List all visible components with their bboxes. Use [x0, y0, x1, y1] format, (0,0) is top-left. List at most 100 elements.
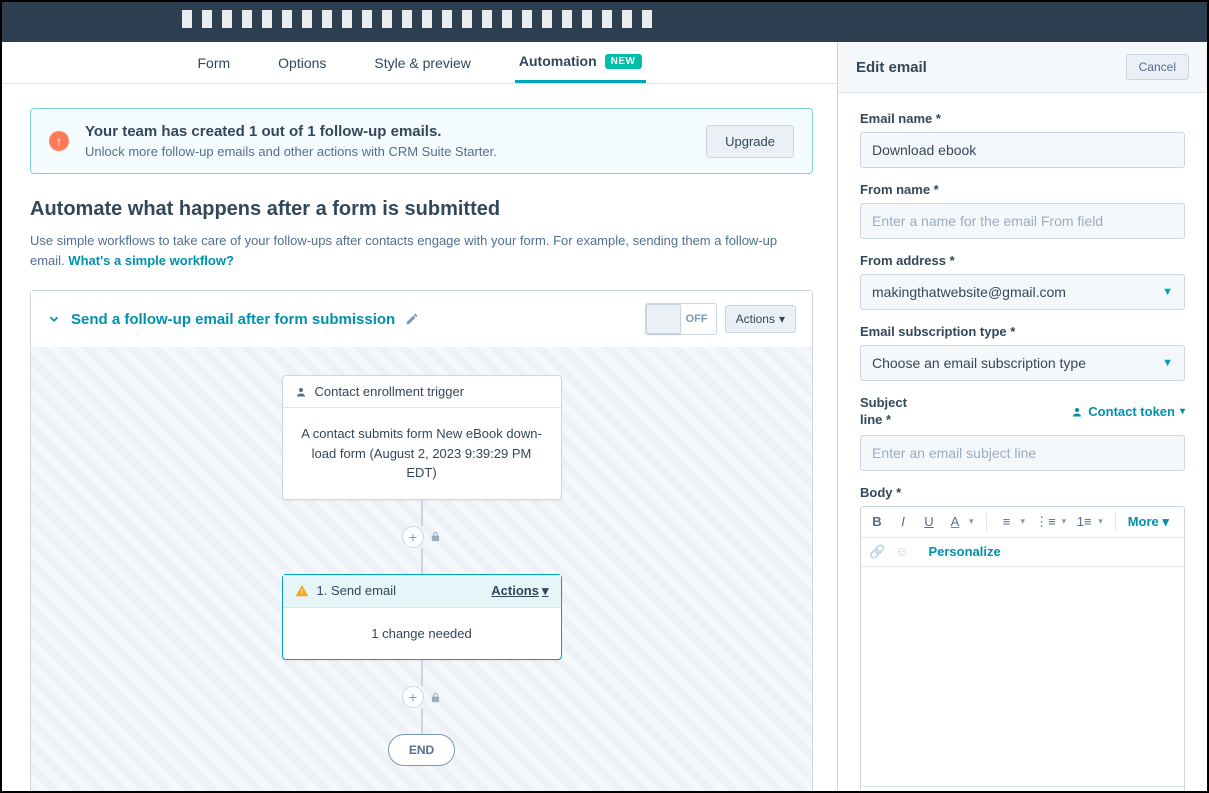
- more-button[interactable]: More ▾: [1128, 514, 1169, 530]
- toggle-wrap: OFF Actions ▾: [645, 303, 796, 335]
- warning-icon: [295, 584, 309, 598]
- caret-down-icon: ▾: [1098, 516, 1103, 527]
- tab-style-preview[interactable]: Style & preview: [370, 42, 474, 83]
- subject-line-label: Subject line *: [860, 395, 922, 429]
- tab-options[interactable]: Options: [274, 42, 330, 83]
- more-label: More: [1128, 514, 1159, 529]
- card-actions-dropdown[interactable]: Actions ▾: [491, 583, 548, 599]
- subscription-type-value: Choose an email subscription type: [872, 355, 1086, 371]
- caret-down-icon: ▾: [1021, 516, 1026, 527]
- subject-row: Subject line * Contact token ▾: [860, 395, 1185, 429]
- card-actions-label: Actions: [491, 583, 539, 598]
- caret-down-icon: ▾: [542, 583, 549, 599]
- cancel-button[interactable]: Cancel: [1126, 54, 1189, 80]
- add-step-button[interactable]: +: [402, 526, 424, 548]
- italic-button[interactable]: I: [895, 514, 911, 529]
- subject-line-input[interactable]: [860, 435, 1185, 471]
- bullet-list-button[interactable]: ⋮≡: [1035, 514, 1056, 530]
- page-description: Use simple workflows to take care of you…: [30, 231, 813, 270]
- user-icon: [1071, 406, 1083, 418]
- app-header: [2, 2, 1207, 42]
- send-email-card-head: 1. Send email Actions ▾: [283, 575, 561, 608]
- emoji-button[interactable]: ☺: [895, 544, 908, 559]
- workflow-panel: Send a follow-up email after form submis…: [30, 290, 813, 791]
- text-color-button[interactable]: A: [947, 514, 963, 529]
- tab-row: Form Options Style & preview Automation …: [2, 42, 837, 84]
- underline-button[interactable]: U: [921, 514, 937, 529]
- caret-down-icon: ▾: [969, 516, 974, 527]
- add-step-row-1: +: [402, 526, 441, 548]
- add-step-row-2: +: [402, 686, 441, 708]
- caret-down-icon: ▾: [779, 312, 785, 326]
- tab-form[interactable]: Form: [193, 42, 234, 83]
- simple-workflow-link[interactable]: What's a simple workflow?: [68, 253, 234, 268]
- alert-subtitle: Unlock more follow-up emails and other a…: [85, 144, 690, 159]
- body-label: Body *: [860, 485, 1185, 500]
- user-icon: [295, 386, 307, 398]
- connector-line: [421, 708, 423, 734]
- trigger-card[interactable]: Contact enrollment trigger A contact sub…: [282, 375, 562, 500]
- bold-button[interactable]: B: [869, 514, 885, 529]
- connector-line: [421, 500, 423, 526]
- upgrade-button[interactable]: Upgrade: [706, 125, 794, 158]
- toggle-knob: [646, 304, 681, 334]
- workflow-actions-dropdown[interactable]: Actions ▾: [725, 305, 796, 333]
- alert-text: Your team has created 1 out of 1 follow-…: [85, 123, 690, 159]
- trigger-card-head: Contact enrollment trigger: [283, 376, 561, 408]
- connector-line: [421, 660, 423, 686]
- trigger-card-body: A contact submits form New eBook down­lo…: [283, 408, 561, 499]
- align-button[interactable]: ≡: [999, 514, 1015, 529]
- from-address-label: From address *: [860, 253, 1185, 268]
- send-email-card[interactable]: 1. Send email Actions ▾ 1 change needed: [282, 574, 562, 661]
- tab-automation[interactable]: Automation NEW: [515, 42, 646, 83]
- add-step-button[interactable]: +: [402, 686, 424, 708]
- email-name-input[interactable]: [860, 132, 1185, 168]
- caret-down-icon: ▼: [1162, 357, 1173, 369]
- rich-text-editor: B I U A ▾ ≡ ▾ ⋮≡ ▾ 1≡ ▾ More ▾ 🔗 ☺ Personali…: [860, 506, 1185, 791]
- main-layout: Form Options Style & preview Automation …: [2, 42, 1207, 791]
- caret-down-icon: ▾: [1062, 516, 1067, 527]
- workflow-canvas: Contact enrollment trigger A contact sub…: [31, 347, 812, 791]
- pencil-icon[interactable]: [405, 312, 419, 326]
- trigger-card-title: Contact enrollment trigger: [315, 384, 465, 399]
- link-button[interactable]: 🔗: [869, 544, 885, 560]
- workflow-toggle[interactable]: OFF: [645, 303, 717, 335]
- alert-icon: ↑: [49, 131, 69, 151]
- send-email-card-body: 1 change needed: [283, 608, 561, 660]
- editor-toolbar-row1: B I U A ▾ ≡ ▾ ⋮≡ ▾ 1≡ ▾ More ▾: [861, 507, 1184, 538]
- end-node: END: [388, 734, 455, 766]
- personalize-button[interactable]: Personalize: [928, 544, 1000, 559]
- page-title: Automate what happens after a form is su…: [30, 198, 813, 221]
- edit-email-panel: Edit email Cancel Email name * From name…: [837, 42, 1207, 791]
- from-address-select[interactable]: makingthatwebsite@gmail.com ▼: [860, 274, 1185, 310]
- numbered-list-button[interactable]: 1≡: [1076, 514, 1092, 529]
- header-redacted: [182, 10, 657, 28]
- workflow-title-wrap[interactable]: Send a follow-up email after form submis…: [47, 311, 633, 328]
- workflow-title: Send a follow-up email after form submis…: [71, 311, 395, 328]
- caret-down-icon: ▾: [1180, 406, 1185, 417]
- dark-editor-row: Turn on dark editor: [861, 786, 1184, 791]
- contact-token-button[interactable]: Contact token ▾: [1071, 404, 1185, 419]
- subscription-type-label: Email subscription type *: [860, 324, 1185, 339]
- content-area: ↑ Your team has created 1 out of 1 follo…: [2, 84, 837, 791]
- workflow-header: Send a follow-up email after form submis…: [31, 291, 812, 347]
- new-badge: NEW: [605, 54, 642, 69]
- panel-title: Edit email: [856, 59, 1126, 76]
- lock-icon: [430, 531, 441, 542]
- upgrade-alert: ↑ Your team has created 1 out of 1 follo…: [30, 108, 813, 174]
- tab-automation-label: Automation: [519, 53, 597, 69]
- from-address-value: makingthatwebsite@gmail.com: [872, 284, 1066, 300]
- editor-toolbar-row2: 🔗 ☺ Personalize: [861, 538, 1184, 567]
- subscription-type-select[interactable]: Choose an email subscription type ▼: [860, 345, 1185, 381]
- chevron-down-icon: [47, 312, 61, 326]
- separator: [1115, 513, 1116, 531]
- send-email-card-title: 1. Send email: [317, 583, 397, 598]
- contact-token-label: Contact token: [1088, 404, 1175, 419]
- lock-icon: [430, 692, 441, 703]
- from-name-input[interactable]: [860, 203, 1185, 239]
- separator: [986, 513, 987, 531]
- caret-down-icon: ▼: [1162, 286, 1173, 298]
- toggle-off-label: OFF: [686, 313, 708, 325]
- editor-textarea[interactable]: [861, 567, 1184, 786]
- connector-line: [421, 548, 423, 574]
